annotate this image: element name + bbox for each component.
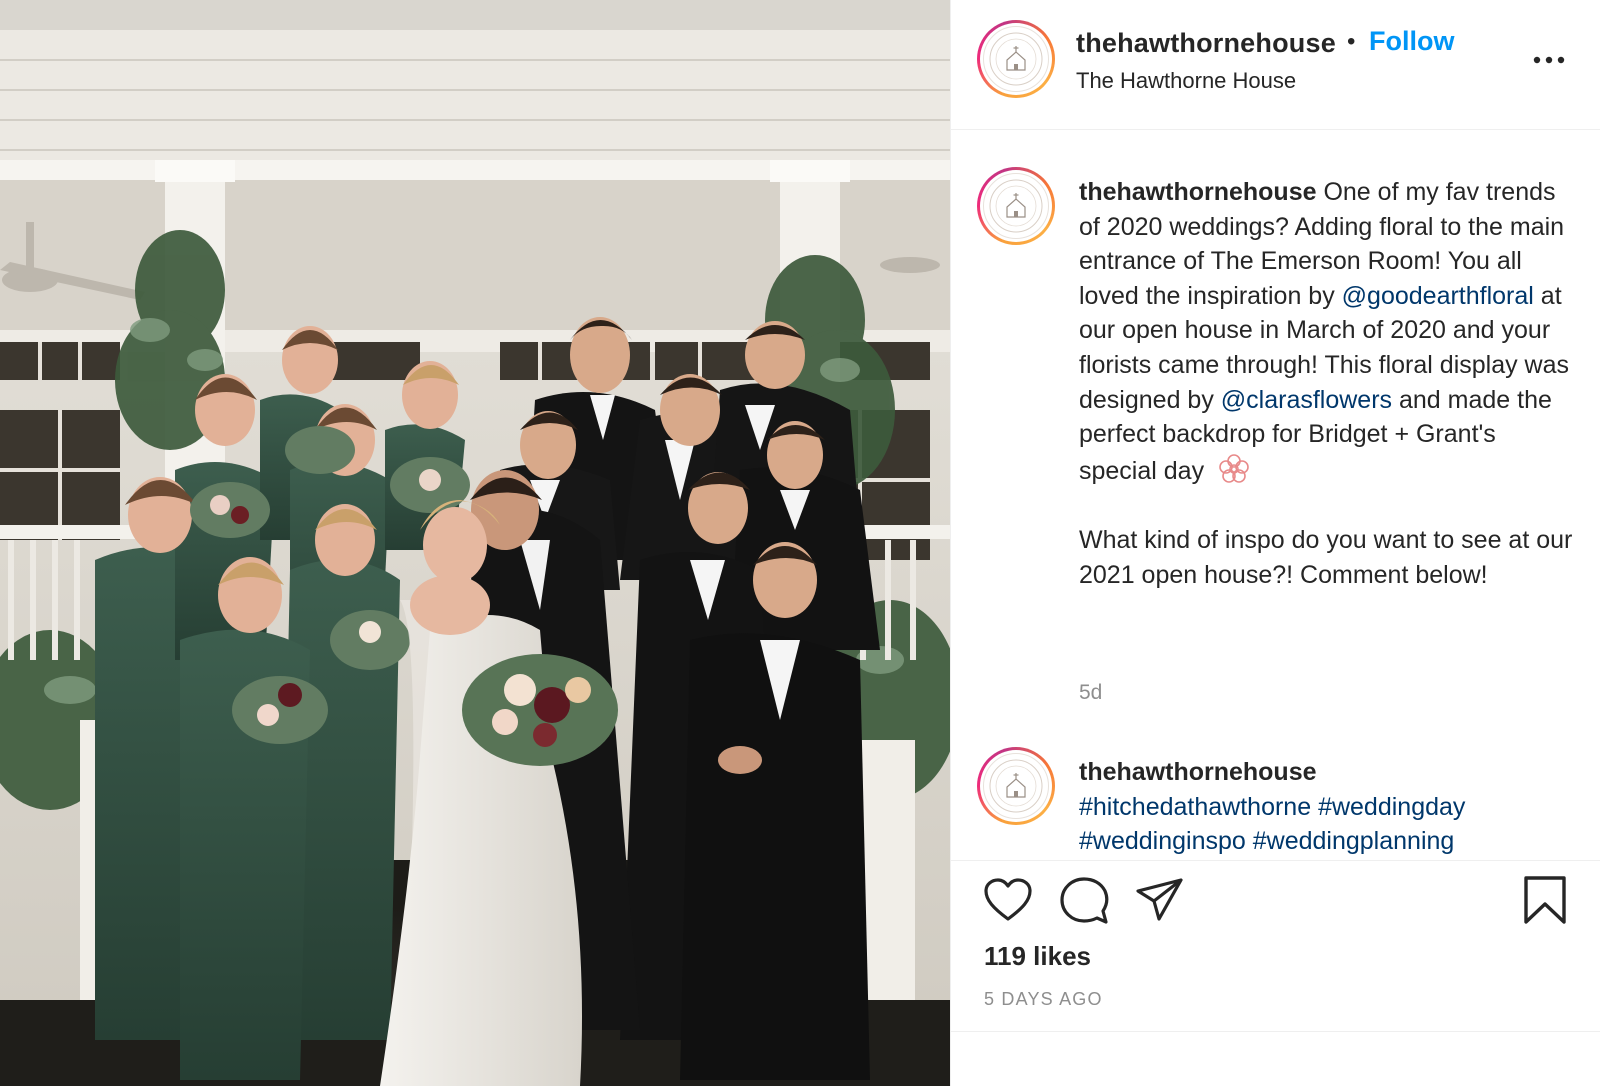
heart-icon[interactable]	[983, 877, 1033, 923]
caption-username[interactable]: thehawthornehouse	[1079, 178, 1317, 206]
header-username[interactable]: thehawthornehouse	[1076, 28, 1336, 59]
post-photo[interactable]	[0, 0, 950, 1086]
comment-username[interactable]: thehawthornehouse	[1079, 758, 1317, 786]
header-display-name: The Hawthorne House	[1076, 68, 1297, 93]
comment-icon[interactable]	[1059, 877, 1109, 925]
mention-goodearthfloral[interactable]: @goodearthfloral	[1342, 282, 1534, 310]
bookmark-icon[interactable]	[1523, 875, 1567, 925]
divider	[951, 1031, 1600, 1032]
account-avatar[interactable]	[977, 20, 1055, 98]
post-timestamp[interactable]: 5 DAYS AGO	[984, 989, 1103, 1010]
comments-list[interactable]: thehawthornehouse One of my fav trends o…	[951, 131, 1600, 859]
mention-clarasflowers[interactable]: @clarasflowers	[1221, 386, 1392, 414]
hawthorne-house-logo	[989, 179, 1043, 233]
comment-text: thehawthornehouse #hitchedathawthorne #w…	[1079, 755, 1579, 859]
wedding-party-photo	[0, 0, 950, 1086]
flower-emoji-icon	[1219, 453, 1249, 483]
more-options-icon[interactable]	[1531, 50, 1567, 70]
comment-avatar[interactable]	[977, 747, 1055, 825]
caption-time: 5d	[1079, 681, 1103, 704]
caption-avatar[interactable]	[977, 167, 1055, 245]
post-header: thehawthornehouse • Follow The Hawthorne…	[951, 0, 1600, 130]
caption-text: thehawthornehouse One of my fav trends o…	[1079, 175, 1579, 592]
post-actions: 119 likes 5 DAYS AGO	[951, 860, 1600, 1086]
hawthorne-house-logo	[989, 759, 1043, 813]
header-separator: •	[1347, 28, 1356, 55]
likes-count[interactable]: 119 likes	[984, 941, 1091, 972]
hashtags[interactable]: #hitchedathawthorne #weddingday #wedding…	[1079, 793, 1465, 856]
instagram-post: thehawthornehouse • Follow The Hawthorne…	[0, 0, 1600, 1086]
caption-paragraph-2: What kind of inspo do you want to see at…	[1079, 525, 1573, 589]
hawthorne-house-logo	[989, 32, 1043, 86]
follow-button[interactable]: Follow	[1369, 26, 1454, 57]
share-icon[interactable]	[1135, 877, 1185, 923]
post-details-panel: thehawthornehouse • Follow The Hawthorne…	[950, 0, 1600, 1086]
